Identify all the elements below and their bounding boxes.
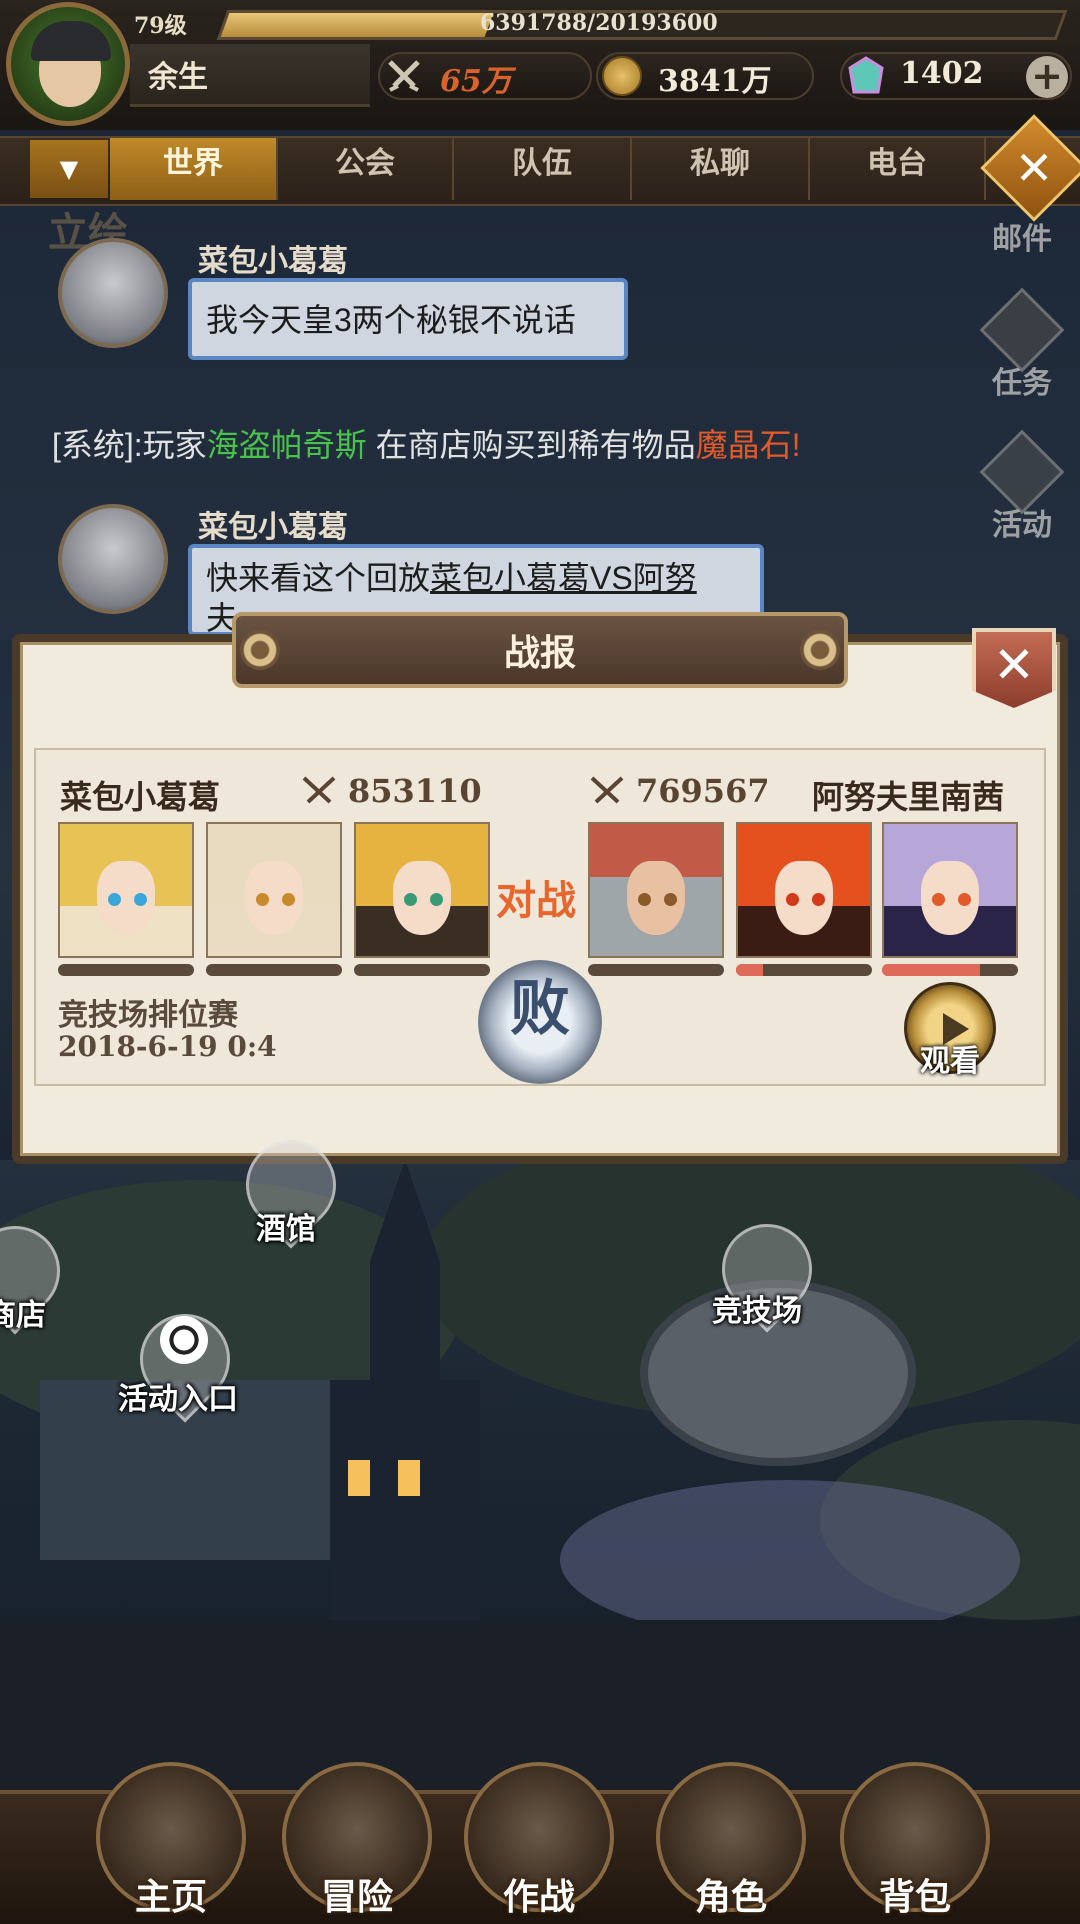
hero-hp-bar: [736, 964, 872, 976]
tower-window: [398, 1460, 420, 1496]
event-label: 活动: [992, 509, 1052, 542]
battle-time: 2018-6-19 0:4: [58, 1030, 277, 1063]
gem-icon: [848, 56, 884, 94]
mail-button[interactable]: 邮件: [972, 190, 1072, 300]
hero-portrait[interactable]: [58, 822, 194, 958]
hero-hp-bar: [882, 964, 1018, 976]
hero-hp-bar: [206, 964, 342, 976]
tower-window: [348, 1460, 370, 1496]
hero-hp-bar: [58, 964, 194, 976]
player-level: 79级: [134, 13, 187, 39]
hero-hp-bar: [588, 964, 724, 976]
replay-link[interactable]: 菜包小葛葛VS阿努: [430, 560, 697, 596]
hero-portrait[interactable]: [736, 822, 872, 958]
vs-label: 对战: [496, 879, 576, 923]
hero-portrait[interactable]: [882, 822, 1018, 958]
right-player-name: 阿努夫里南茜: [812, 779, 1005, 815]
hp-fill: [736, 964, 764, 976]
shop-label[interactable]: 商店: [0, 1290, 46, 1334]
chat-text: 快来看这个回放: [206, 560, 431, 596]
system-text: 在商店购买到稀有物品: [375, 427, 696, 463]
crossed-swords-icon: [302, 776, 336, 804]
hero-portrait[interactable]: [206, 822, 342, 958]
crossed-swords-icon: [388, 60, 420, 92]
gold-value: 3841万: [658, 64, 772, 99]
tab-guild[interactable]: 公会: [278, 138, 454, 200]
gem-value: 1402: [900, 56, 984, 91]
watch-replay-label[interactable]: 观看: [904, 1036, 996, 1080]
player-avatar[interactable]: [6, 2, 130, 126]
nav-battle-label[interactable]: 作战: [464, 1868, 614, 1920]
tavern-label[interactable]: 酒馆: [256, 1204, 316, 1248]
combat-power-value: 65万: [440, 64, 512, 99]
system-prefix: [系统]:玩家: [52, 427, 207, 463]
system-player-name[interactable]: 海盗帕奇斯: [207, 427, 367, 463]
event-entry-label[interactable]: 活动入口: [118, 1374, 238, 1418]
nav-bag-label[interactable]: 背包: [840, 1868, 990, 1920]
cloud: [560, 1480, 1020, 1640]
hp-fill: [882, 964, 980, 976]
player-name: 余生: [148, 61, 208, 94]
quest-label: 任务: [992, 367, 1052, 400]
soccer-ball-icon: [160, 1316, 208, 1364]
nav-home-label[interactable]: 主页: [96, 1868, 246, 1920]
event-button[interactable]: 活动: [972, 429, 1072, 552]
quest-button[interactable]: 任务: [972, 287, 1072, 410]
nav-character-label[interactable]: 角色: [656, 1868, 806, 1920]
defeat-badge: 败: [478, 960, 602, 1084]
nav-adventure-label[interactable]: 冒险: [282, 1868, 432, 1920]
xp-bar-fill: [220, 13, 494, 37]
chat-sender-name: 菜包小葛葛: [198, 511, 348, 544]
hero-portrait[interactable]: [588, 822, 724, 958]
mail-label: 邮件: [992, 223, 1052, 256]
right-player-power: 769567: [636, 772, 770, 810]
system-item-name: 魔晶石!: [695, 427, 801, 463]
crossed-swords-icon: [590, 776, 624, 804]
tab-private[interactable]: 私聊: [632, 138, 810, 200]
tab-radio[interactable]: 电台: [810, 138, 986, 200]
tab-team[interactable]: 队伍: [454, 138, 632, 200]
left-player-power: 853110: [348, 772, 482, 810]
chat-bubble: 我今天皇3两个秘银不说话: [188, 278, 628, 360]
chat-dropdown-button[interactable]: ▼: [30, 140, 108, 198]
battle-mode: 竞技场排位赛: [58, 999, 238, 1032]
tab-world[interactable]: 世界: [110, 138, 278, 200]
add-gems-button[interactable]: +: [1026, 56, 1068, 98]
gold-coin-icon: [602, 56, 642, 96]
city-map: [0, 1160, 1080, 1800]
panel-title: 战报: [503, 632, 576, 673]
chat-avatar[interactable]: [58, 238, 168, 348]
close-icon: ✕: [993, 636, 1035, 694]
hero-hp-bar: [354, 964, 490, 976]
arena-label[interactable]: 竞技场: [712, 1286, 802, 1330]
chat-avatar[interactable]: [58, 504, 168, 614]
chat-sender-name: 菜包小葛葛: [198, 245, 348, 278]
xp-text: 6391788/20193600: [480, 10, 718, 36]
left-player-name: 菜包小葛葛: [60, 779, 221, 815]
system-message: [系统]:玩家海盗帕奇斯 在商店购买到稀有物品魔晶石!: [52, 420, 801, 466]
hero-portrait[interactable]: [354, 822, 490, 958]
